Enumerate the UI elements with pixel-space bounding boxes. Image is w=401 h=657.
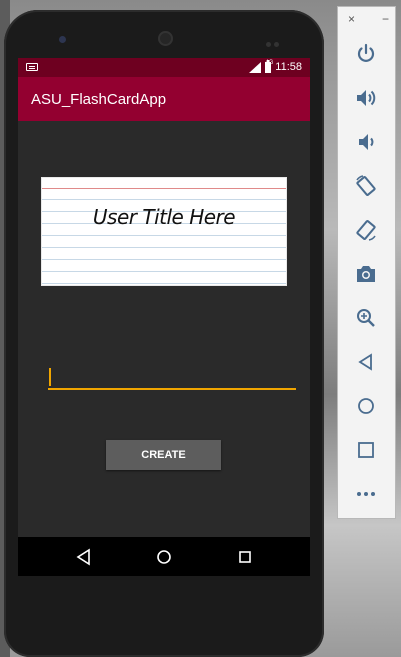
minimize-icon[interactable]: −: [382, 12, 389, 26]
volume-down-icon[interactable]: [354, 130, 378, 154]
nav-overview-icon[interactable]: [236, 548, 254, 566]
status-bar: 4G 11:58: [18, 58, 310, 77]
rotate-left-icon[interactable]: [354, 174, 378, 198]
signal-icon: 4G: [249, 60, 273, 73]
app-bar: ASU_FlashCardApp: [18, 77, 310, 121]
volume-up-icon[interactable]: [354, 86, 378, 110]
close-icon[interactable]: ×: [348, 12, 355, 26]
emulator-toolbar: × −: [337, 6, 396, 519]
front-camera: [59, 36, 66, 43]
create-button[interactable]: CREATE: [106, 440, 221, 470]
keyboard-icon: [26, 63, 38, 71]
card-title: User Title Here: [92, 205, 236, 229]
status-time: 11:58: [275, 61, 302, 73]
card-margin-line: [42, 188, 286, 189]
earpiece-speaker: [158, 31, 173, 46]
title-input-wrapper: [48, 358, 296, 390]
navigation-bar: [18, 537, 310, 576]
flashcard-preview: User Title Here: [41, 177, 287, 286]
nav-home-icon[interactable]: [155, 548, 173, 566]
zoom-icon[interactable]: [354, 306, 378, 330]
camera-icon[interactable]: [354, 262, 378, 286]
home-icon[interactable]: [354, 394, 378, 418]
text-cursor: [49, 368, 51, 386]
rotate-right-icon[interactable]: [354, 218, 378, 242]
power-icon[interactable]: [354, 42, 378, 66]
phone-frame: 4G 11:58 ASU_FlashCardApp User Title Her…: [4, 10, 324, 657]
proximity-sensor: [266, 34, 286, 47]
device-screen: 4G 11:58 ASU_FlashCardApp User Title Her…: [18, 58, 310, 576]
title-input[interactable]: [48, 358, 296, 390]
nav-back-icon[interactable]: [75, 548, 93, 566]
back-icon[interactable]: [354, 350, 378, 374]
overview-icon[interactable]: [354, 438, 378, 462]
battery-icon: [265, 59, 272, 73]
app-title: ASU_FlashCardApp: [31, 90, 167, 108]
more-icon[interactable]: [354, 482, 378, 506]
